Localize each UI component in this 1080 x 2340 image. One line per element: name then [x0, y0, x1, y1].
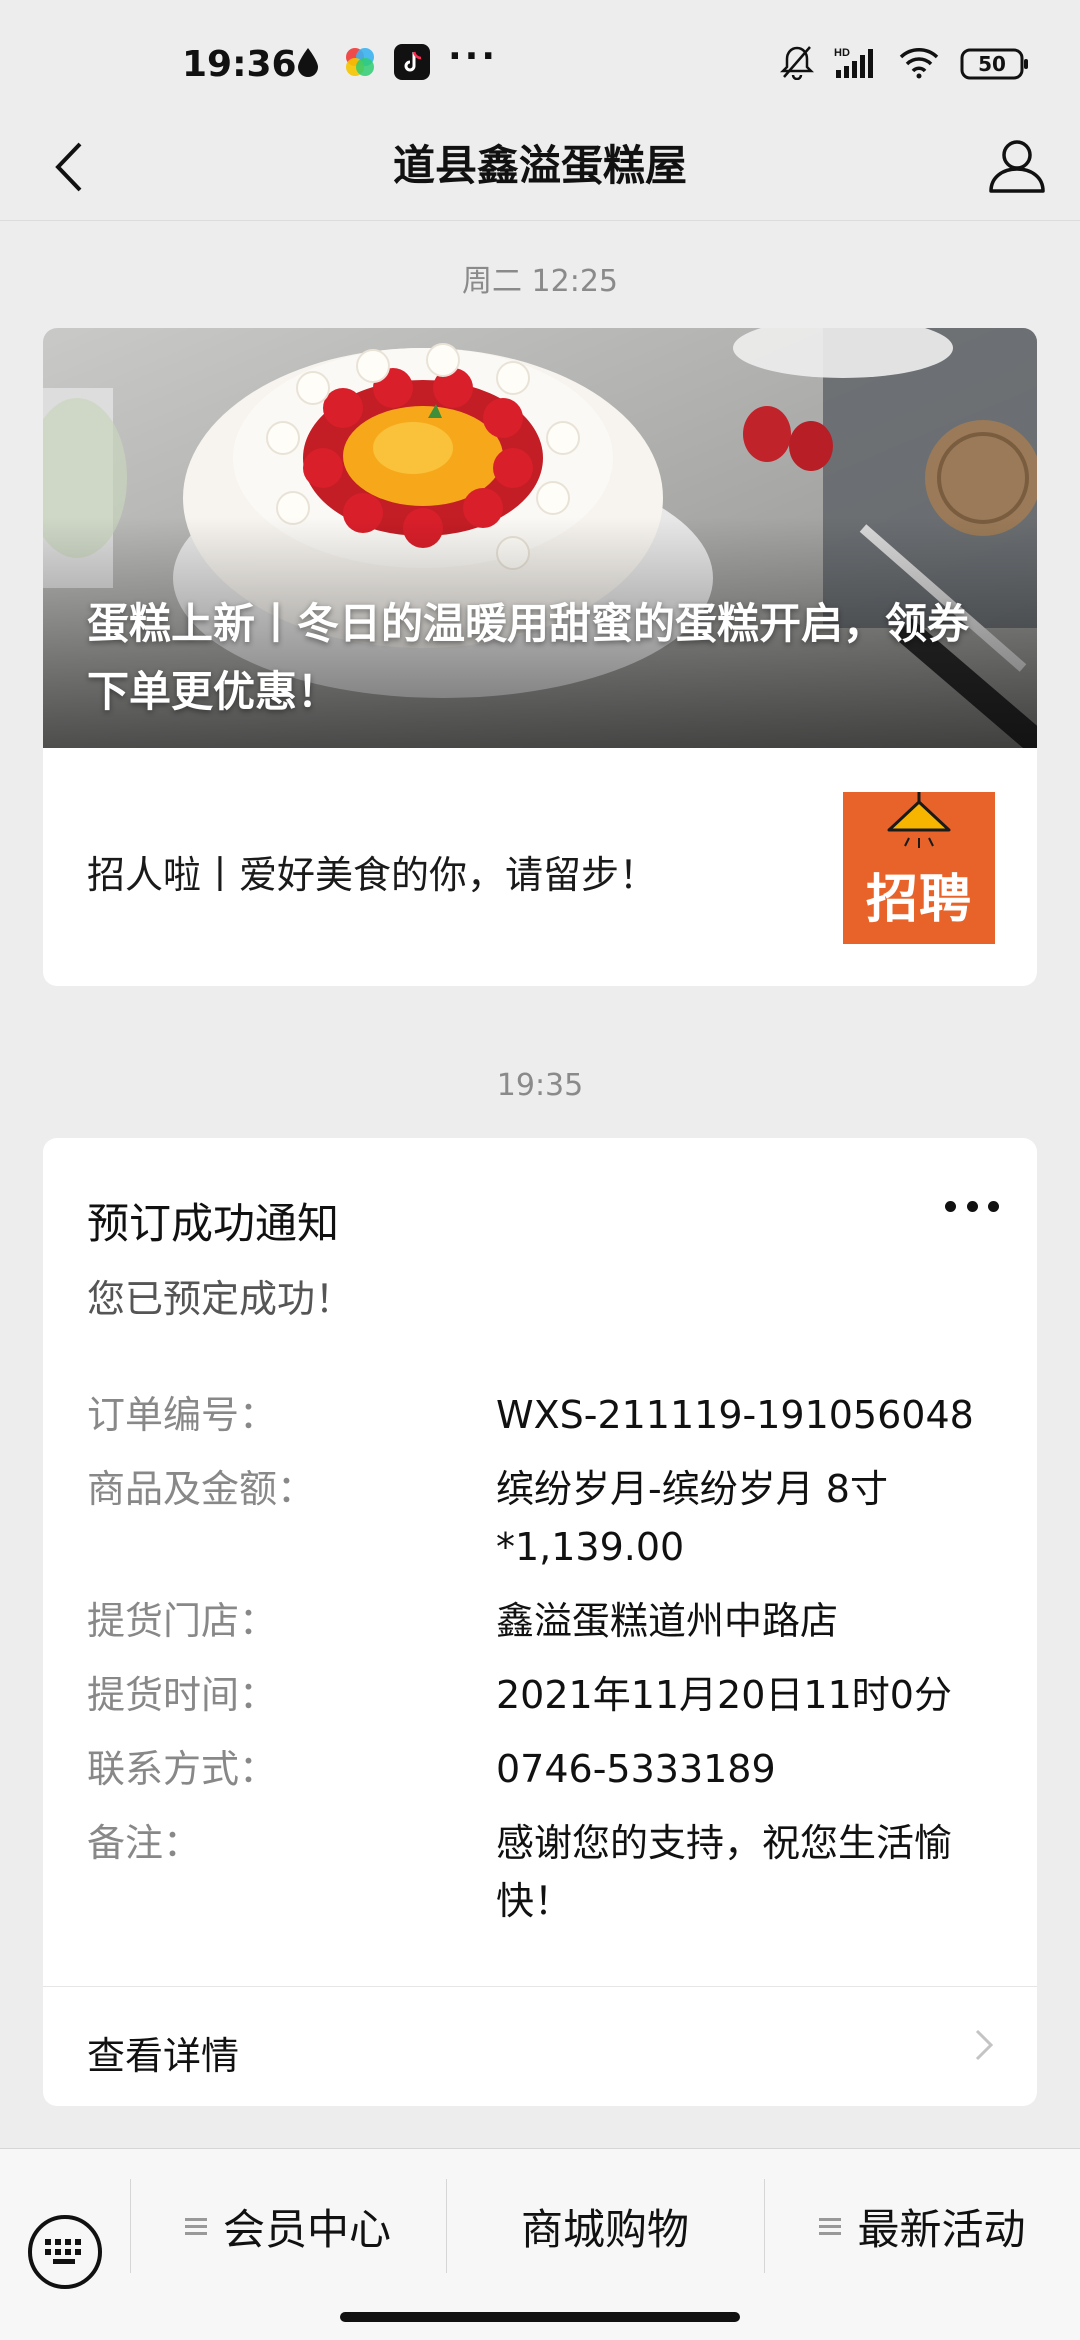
- field-label: 商品及金额：: [87, 1467, 316, 1511]
- tiktok-icon: [394, 44, 430, 80]
- menu-label: 最新活动: [857, 2204, 1026, 2254]
- message-timestamp: 周二 12:25: [462, 264, 618, 299]
- keyboard-toggle-button[interactable]: [28, 2215, 102, 2289]
- article-headline: 蛋糕上新丨冬日的温暖用甜蜜的蛋糕开启，领券下单更优惠！: [87, 599, 970, 716]
- field-label: 联系方式：: [87, 1747, 278, 1791]
- status-time: 19:36: [182, 44, 297, 85]
- chevron-right-icon: [975, 2029, 994, 2061]
- field-label: 备注：: [87, 1821, 202, 1865]
- message-timestamp: 19:35: [496, 1068, 584, 1103]
- signal-icon: HD: [834, 44, 878, 84]
- home-indicator[interactable]: [340, 2312, 740, 2322]
- notification-icons: [290, 44, 430, 80]
- menu-mall-shopping[interactable]: 商城购物: [447, 2181, 763, 2271]
- recruit-thumbnail: 招聘: [843, 792, 995, 944]
- article-card[interactable]: 蛋糕上新丨冬日的温暖用甜蜜的蛋糕开启，领券下单更优惠！ 招人啦丨爱好美食的你，请…: [43, 328, 1037, 986]
- nav-bar: 道县鑫溢蛋糕屋: [0, 110, 1080, 222]
- more-notifications-icon: ···: [448, 36, 499, 77]
- svg-text:HD: HD: [834, 47, 850, 59]
- field-value: 缤纷岁月-缤纷岁月 8寸 *1,139.00: [496, 1467, 888, 1569]
- field-value: 2021年11月20日11时0分: [496, 1673, 952, 1717]
- menu-label: 会员中心: [222, 2204, 391, 2254]
- field-value: 0746-5333189: [496, 1747, 776, 1791]
- more-options-button[interactable]: [939, 1186, 1005, 1226]
- recruit-thumb-text: 招聘: [865, 870, 972, 930]
- battery-icon: 50: [960, 47, 1030, 81]
- article-banner[interactable]: 蛋糕上新丨冬日的温暖用甜蜜的蛋糕开启，领券下单更优惠！: [43, 328, 1037, 748]
- battery-level: 50: [978, 52, 1006, 76]
- nav-divider: [0, 220, 1080, 221]
- person-icon: [989, 140, 1045, 193]
- drop-icon: [290, 44, 326, 80]
- system-status: HD 50: [779, 44, 1030, 84]
- booking-notice-card[interactable]: 预订成功通知 您已预定成功！ 订单编号： WXS-211119-19105604…: [43, 1138, 1037, 2106]
- notice-title: 预订成功通知: [87, 1199, 340, 1248]
- menu-latest-events[interactable]: 最新活动: [765, 2181, 1080, 2271]
- page-title: 道县鑫溢蛋糕屋: [392, 141, 687, 190]
- notice-subtitle: 您已预定成功！: [87, 1277, 354, 1321]
- view-details-label: 查看详情: [87, 2034, 240, 2078]
- mute-bell-icon: [779, 44, 815, 84]
- submenu-icon: [184, 2214, 207, 2239]
- menu-member-center[interactable]: 会员中心: [131, 2181, 445, 2271]
- color-wheel-icon: [342, 44, 378, 80]
- field-label: 提货门店：: [87, 1599, 278, 1643]
- field-value: WXS-211119-191056048: [496, 1393, 974, 1437]
- submenu-icon: [819, 2214, 842, 2239]
- wifi-icon: [898, 45, 940, 83]
- field-label: 提货时间：: [87, 1673, 278, 1717]
- field-label: 订单编号：: [87, 1393, 278, 1437]
- view-details-link[interactable]: 查看详情: [43, 1987, 1037, 2106]
- field-value: 鑫溢蛋糕道州中路店: [496, 1599, 839, 1643]
- article-sub-item[interactable]: 招人啦丨爱好美食的你，请留步！ 招聘: [43, 748, 1037, 986]
- profile-button[interactable]: [980, 128, 1054, 202]
- article-sub-title: 招人啦丨爱好美食的你，请留步！: [87, 853, 658, 897]
- menu-label: 商城购物: [520, 2204, 689, 2254]
- keyboard-icon: [45, 2239, 81, 2264]
- field-value: 感谢您的支持，祝您生活愉快！: [496, 1821, 953, 1923]
